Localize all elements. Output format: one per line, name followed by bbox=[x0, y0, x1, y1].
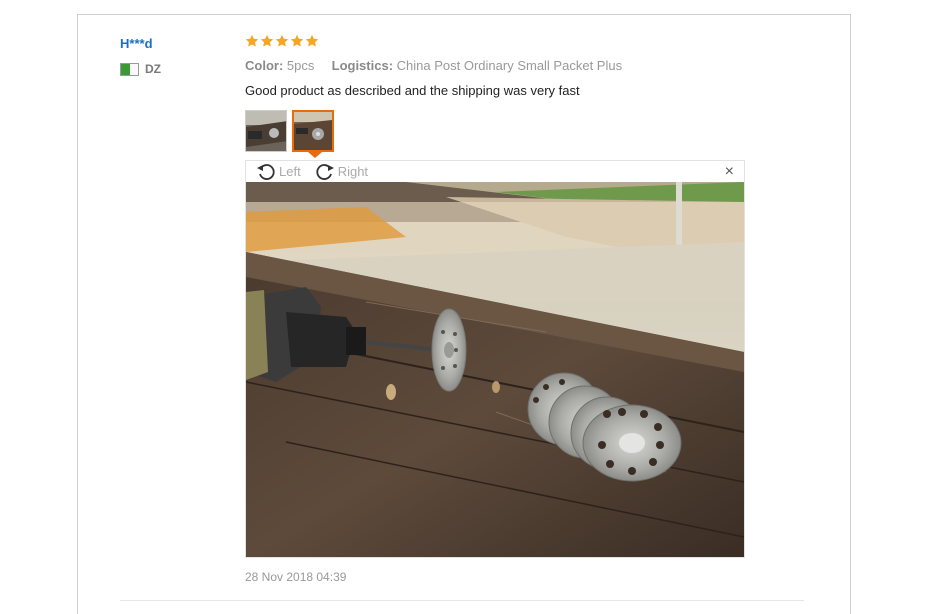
review-text: Good product as described and the shippi… bbox=[245, 83, 580, 98]
star-icon bbox=[245, 34, 259, 47]
close-icon[interactable]: × bbox=[725, 164, 734, 180]
image-viewer: Left Right × bbox=[245, 160, 745, 558]
thumbnail-image-2 bbox=[294, 112, 332, 150]
rotate-left-label: Left bbox=[279, 164, 301, 179]
attr-color-key: Color: bbox=[245, 58, 284, 73]
viewer-toolbar: Left Right × bbox=[246, 161, 744, 182]
attr-color-value: 5pcs bbox=[286, 58, 315, 73]
review-thumbnail-1[interactable] bbox=[245, 110, 287, 152]
rotate-left-icon bbox=[257, 163, 275, 180]
review-thumbnail-2[interactable] bbox=[292, 110, 334, 152]
review-card: H***d DZ Color: 5pcs Logistics: China Po… bbox=[77, 14, 851, 614]
divider bbox=[120, 600, 804, 601]
review-date: 28 Nov 2018 04:39 bbox=[245, 570, 347, 584]
star-icon bbox=[305, 34, 319, 47]
star-icon bbox=[290, 34, 304, 47]
star-icon bbox=[260, 34, 274, 47]
attr-logistics-key: Logistics: bbox=[331, 58, 394, 73]
reviewer-country: DZ bbox=[120, 62, 161, 76]
star-rating bbox=[245, 34, 319, 48]
rotate-left-button[interactable]: Left bbox=[256, 162, 301, 182]
flag-icon bbox=[120, 62, 139, 76]
reviewer-name[interactable]: H***d bbox=[120, 36, 153, 51]
active-thumbnail-indicator bbox=[308, 152, 322, 158]
rotate-right-label: Right bbox=[337, 164, 369, 179]
thumbnail-image-1 bbox=[246, 111, 286, 151]
attr-logistics-value: China Post Ordinary Small Packet Plus bbox=[396, 58, 623, 73]
star-icon bbox=[275, 34, 289, 47]
rotate-right-icon bbox=[316, 163, 334, 180]
review-photo bbox=[246, 182, 744, 557]
review-thumbnails bbox=[245, 110, 334, 152]
rotate-right-button[interactable]: Right bbox=[315, 162, 368, 182]
country-code: DZ bbox=[145, 62, 161, 76]
review-attributes: Color: 5pcs Logistics: China Post Ordina… bbox=[245, 58, 622, 73]
review-photo-image bbox=[246, 182, 744, 557]
